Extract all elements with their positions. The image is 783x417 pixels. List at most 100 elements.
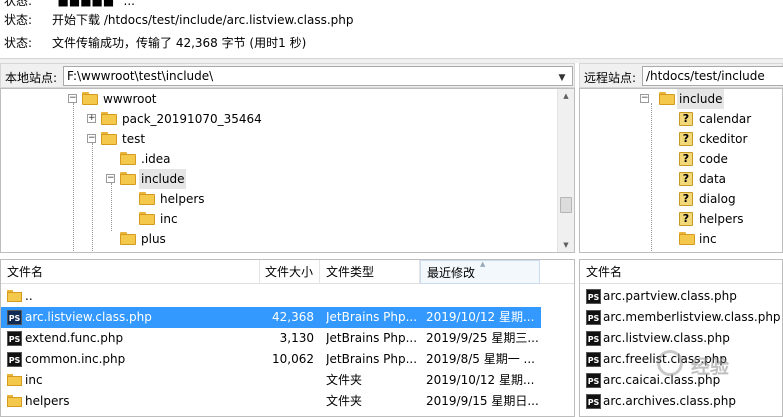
php-file-icon: PS <box>586 352 601 367</box>
file-row[interactable]: PS arc.partview.class.php <box>580 286 782 307</box>
remote-site-bar: 远程站点: /htdocs/test/include <box>579 63 783 88</box>
file-row[interactable]: inc 文件夹 2019/10/12 星期... <box>1 370 541 391</box>
unknown-folder-icon: ? <box>679 112 693 126</box>
folder-icon <box>120 172 136 185</box>
file-name: helpers <box>25 394 70 408</box>
remote-file-list[interactable]: 文件名 PS arc.partview.class.php PS arc.mem… <box>579 259 783 417</box>
php-file-icon: PS <box>7 352 22 367</box>
unknown-folder-icon: ? <box>679 132 693 146</box>
collapse-icon[interactable]: − <box>640 94 649 103</box>
tree-item-test[interactable]: test <box>120 129 147 149</box>
folder-icon <box>101 112 117 125</box>
tree-item-include[interactable]: include <box>677 89 725 109</box>
tree-item-label: inc <box>160 212 178 226</box>
file-size: 42,368 <box>272 310 314 324</box>
collapse-icon[interactable]: − <box>87 134 96 143</box>
column-header-modified[interactable]: ▲ 最近修改 <box>420 260 540 284</box>
local-file-list[interactable]: 文件名 文件大小 文件类型 ▲ 最近修改 .. PS arc.listview.… <box>0 259 575 417</box>
file-modified: 2019/10/12 星期... <box>426 373 535 387</box>
log-entry: 状态: 文件传输成功，传输了 42,368 字节 (用时1 秒) <box>4 33 306 53</box>
folder-icon <box>679 232 695 245</box>
unknown-folder-icon: ? <box>679 212 693 226</box>
folder-icon <box>139 212 155 225</box>
tree-item-inc[interactable]: inc <box>158 209 180 229</box>
scroll-thumb[interactable] <box>560 197 572 213</box>
log-text: "■■■■■" ... <box>52 0 135 8</box>
unknown-folder-icon: ? <box>679 192 693 206</box>
watermark: 经验 <box>657 346 777 386</box>
file-row[interactable]: helpers 文件夹 2019/9/15 星期日... <box>1 391 541 412</box>
remote-path-combobox[interactable]: /htdocs/test/include <box>642 66 783 86</box>
php-file-icon: PS <box>586 289 601 304</box>
file-modified: 2019/8/5 星期一 ... <box>426 352 535 366</box>
php-file-icon: PS <box>7 331 22 346</box>
file-modified: 2019/9/25 星期三... <box>426 331 539 345</box>
tree-item-helpers[interactable]: helpers <box>697 209 746 229</box>
scroll-up-icon[interactable]: ▲ <box>558 89 574 103</box>
file-row-selected[interactable]: PS arc.listview.class.php 42,368 JetBrai… <box>1 307 541 328</box>
local-path-text: F:\wwwroot\test\include\ <box>67 69 214 83</box>
local-site-bar: 本地站点: F:\wwwroot\test\include\ ▼ <box>0 63 575 88</box>
folder-icon <box>659 92 675 105</box>
log-label: 状态: <box>4 36 33 50</box>
file-name: extend.func.php <box>25 331 124 345</box>
tree-item-label: helpers <box>160 192 205 206</box>
remote-directory-tree[interactable]: − include ? calendar ? ckeditor ? code ?… <box>579 88 783 253</box>
file-row[interactable]: PS common.inc.php 10,062 JetBrains Php..… <box>1 349 541 370</box>
tree-item-pack[interactable]: pack_20191070_35464 <box>120 109 264 129</box>
local-directory-tree[interactable]: − wwwroot + pack_20191070_35464 − test .… <box>0 88 575 253</box>
file-size: 3,130 <box>279 331 314 345</box>
file-row[interactable]: PS arc.memberlistview.class.php <box>580 307 782 328</box>
chevron-down-icon[interactable]: ▼ <box>554 69 570 85</box>
file-row[interactable]: PS arc.archives.class.php <box>580 391 782 412</box>
local-tree-scrollbar[interactable]: ▲ ▼ <box>557 89 574 252</box>
file-type: 文件夹 <box>326 373 363 387</box>
log-text: 文件传输成功，传输了 42,368 字节 (用时1 秒) <box>52 36 307 50</box>
tree-item-data[interactable]: data <box>697 169 728 189</box>
file-row[interactable]: PS extend.func.php 3,130 JetBrains Php..… <box>1 328 541 349</box>
file-size: 10,062 <box>272 352 314 366</box>
local-file-list-header: 文件名 文件大小 文件类型 ▲ 最近修改 <box>1 260 574 284</box>
collapse-icon[interactable]: − <box>68 94 77 103</box>
php-file-icon: PS <box>586 394 601 409</box>
tree-item-calendar[interactable]: calendar <box>697 109 753 129</box>
message-log[interactable]: 状态: "■■■■■" ... 状态: 开始下载 /htdocs/test/incl… <box>0 0 783 60</box>
log-entry: 状态: 开始下载 /htdocs/test/include/arc.listvie… <box>4 10 353 30</box>
tree-item-label: code <box>699 152 728 166</box>
file-name: .. <box>25 289 33 303</box>
tree-item-include[interactable]: include <box>139 169 187 189</box>
tree-item-helpers[interactable]: helpers <box>158 189 207 209</box>
tree-item-plus[interactable]: plus <box>139 229 168 249</box>
tree-item-ckeditor[interactable]: ckeditor <box>697 129 749 149</box>
collapse-icon[interactable]: − <box>106 174 115 183</box>
folder-icon <box>7 290 22 302</box>
scroll-down-icon[interactable]: ▼ <box>558 238 574 252</box>
php-file-icon: PS <box>7 310 22 325</box>
folder-icon <box>120 232 136 245</box>
column-header-filename[interactable]: 文件名 <box>1 260 260 284</box>
column-header-modified-label: 最近修改 <box>427 266 476 280</box>
file-modified: 2019/9/15 星期日... <box>426 394 539 408</box>
tree-item-wwwroot[interactable]: wwwroot <box>101 89 159 109</box>
local-path-combobox[interactable]: F:\wwwroot\test\include\ ▼ <box>63 66 573 86</box>
folder-icon <box>7 374 22 386</box>
file-row[interactable]: .. <box>1 286 541 307</box>
tree-item-label: inc <box>699 232 717 246</box>
file-name: arc.memberlistview.class.php <box>603 310 781 324</box>
column-header-filesize[interactable]: 文件大小 <box>260 260 320 284</box>
column-header-filetype[interactable]: 文件类型 <box>320 260 420 284</box>
tree-item-inc[interactable]: inc <box>697 229 719 249</box>
tree-item-label: plus <box>141 232 166 246</box>
php-file-icon: PS <box>586 310 601 325</box>
tree-item-label: calendar <box>699 112 752 126</box>
column-header-filename[interactable]: 文件名 <box>580 260 782 284</box>
tree-item-dialog[interactable]: dialog <box>697 189 738 209</box>
file-type: JetBrains Php... <box>326 331 418 345</box>
remote-file-list-header: 文件名 <box>580 260 782 284</box>
file-name: arc.archives.class.php <box>603 394 736 408</box>
tree-item-idea[interactable]: .idea <box>139 149 173 169</box>
tree-item-label: wwwroot <box>103 92 157 106</box>
tree-item-code[interactable]: code <box>697 149 730 169</box>
expand-icon[interactable]: + <box>87 114 96 123</box>
folder-icon <box>139 192 155 205</box>
